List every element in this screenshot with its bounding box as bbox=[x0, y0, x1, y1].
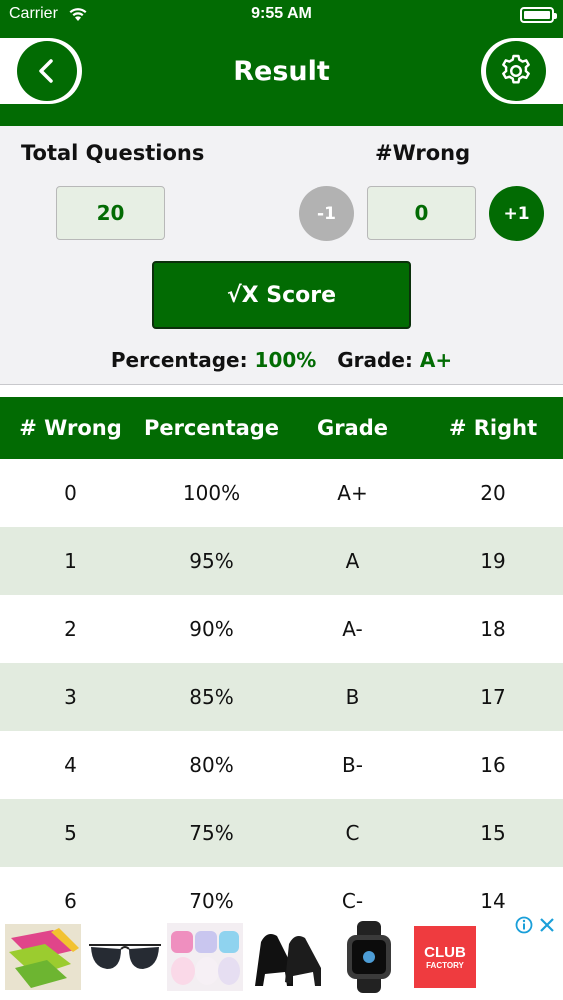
status-time: 9:55 AM bbox=[251, 5, 312, 22]
total-questions-field[interactable]: 20 bbox=[56, 186, 165, 240]
table-row: 5 75% C 15 bbox=[0, 799, 563, 867]
grade-value: A+ bbox=[419, 348, 453, 372]
battery-icon bbox=[520, 7, 557, 23]
cell-percentage: 85% bbox=[189, 685, 234, 709]
cell-wrong: 1 bbox=[64, 549, 77, 573]
cell-grade: A- bbox=[342, 617, 363, 641]
cell-right: 19 bbox=[480, 549, 506, 573]
cell-wrong: 5 bbox=[64, 821, 77, 845]
club-factory-logo: CLUB FACTORY bbox=[414, 926, 476, 988]
nav-bar: Result bbox=[0, 30, 563, 126]
heels-icon bbox=[255, 934, 321, 986]
cell-right: 18 bbox=[480, 617, 506, 641]
table-row: 4 80% B- 16 bbox=[0, 731, 563, 799]
cell-wrong: 2 bbox=[64, 617, 77, 641]
ad-product-toys[interactable] bbox=[166, 920, 244, 994]
info-icon[interactable] bbox=[515, 916, 533, 934]
toy-set-icon bbox=[167, 923, 243, 991]
header-grade: Grade bbox=[316, 416, 389, 440]
ad-product-heels[interactable] bbox=[248, 920, 326, 994]
cell-percentage: 70% bbox=[189, 889, 234, 913]
smartwatch-icon bbox=[347, 921, 391, 993]
table-row: 2 90% A- 18 bbox=[0, 595, 563, 663]
score-button[interactable]: √X Score bbox=[152, 261, 411, 329]
result-screen: Carrier 9:55 AM Result Total Questions #… bbox=[0, 0, 563, 1000]
percentage-label: Percentage: bbox=[110, 348, 248, 372]
cell-percentage: 80% bbox=[189, 753, 234, 777]
cell-grade: B- bbox=[342, 753, 363, 777]
percentage-value: 100% bbox=[254, 348, 317, 372]
cell-grade: A bbox=[345, 549, 360, 573]
table-row: 0 100% A+ 20 bbox=[0, 459, 563, 527]
ad-product-textile[interactable] bbox=[4, 920, 82, 994]
settings-button-container bbox=[481, 38, 563, 104]
cell-grade: C bbox=[345, 821, 360, 845]
close-icon[interactable] bbox=[539, 917, 555, 933]
textile-icon bbox=[5, 924, 81, 990]
cell-right: 17 bbox=[480, 685, 506, 709]
header-right: # Right bbox=[448, 416, 538, 440]
cell-right: 15 bbox=[480, 821, 506, 845]
cell-grade: C- bbox=[341, 889, 364, 913]
header-percentage: Percentage bbox=[143, 416, 280, 440]
table-row: 3 85% B 17 bbox=[0, 663, 563, 731]
ad-banner[interactable]: CLUB FACTORY bbox=[0, 916, 563, 1000]
grade-table: # Wrong Percentage Grade # Right 0 100% … bbox=[0, 397, 563, 935]
cell-right: 20 bbox=[480, 481, 506, 505]
cell-percentage: 100% bbox=[182, 481, 241, 505]
status-bar: Carrier 9:55 AM bbox=[0, 0, 563, 30]
wrong-count-label: #Wrong bbox=[375, 141, 471, 165]
cell-grade: B bbox=[345, 685, 360, 709]
total-questions-label: Total Questions bbox=[21, 141, 205, 165]
cell-percentage: 75% bbox=[189, 821, 234, 845]
ad-product-sunglasses[interactable] bbox=[86, 920, 164, 994]
cell-wrong: 3 bbox=[64, 685, 77, 709]
sunglasses-icon bbox=[89, 944, 161, 969]
cell-wrong: 6 bbox=[64, 889, 77, 913]
table-row: 1 95% A 19 bbox=[0, 527, 563, 595]
table-header: # Wrong Percentage Grade # Right bbox=[0, 397, 563, 459]
settings-button[interactable] bbox=[486, 41, 546, 101]
score-controls-panel: Total Questions #Wrong 20 -1 0 +1 √X Sco… bbox=[0, 126, 563, 385]
brand-line-1: CLUB bbox=[424, 944, 466, 961]
ad-brand-logo[interactable]: CLUB FACTORY bbox=[412, 920, 478, 994]
gear-icon bbox=[502, 54, 530, 84]
ad-product-smartwatch[interactable] bbox=[330, 920, 408, 994]
wrong-count-field[interactable]: 0 bbox=[367, 186, 476, 240]
cell-percentage: 95% bbox=[189, 549, 234, 573]
header-wrong: # Wrong bbox=[19, 416, 122, 440]
increment-wrong-button[interactable]: +1 bbox=[489, 186, 544, 241]
ad-choices[interactable] bbox=[515, 916, 555, 934]
page-title: Result bbox=[233, 56, 330, 87]
decrement-wrong-button[interactable]: -1 bbox=[299, 186, 354, 241]
cell-wrong: 0 bbox=[64, 481, 77, 505]
cell-wrong: 4 bbox=[64, 753, 77, 777]
cell-right: 14 bbox=[480, 889, 506, 913]
brand-line-2: FACTORY bbox=[426, 961, 464, 970]
cell-grade: A+ bbox=[337, 481, 368, 505]
cell-right: 16 bbox=[480, 753, 506, 777]
grade-label: Grade: bbox=[337, 348, 413, 372]
cell-percentage: 90% bbox=[189, 617, 234, 641]
result-summary: Percentage: 100% Grade: A+ bbox=[0, 348, 563, 372]
